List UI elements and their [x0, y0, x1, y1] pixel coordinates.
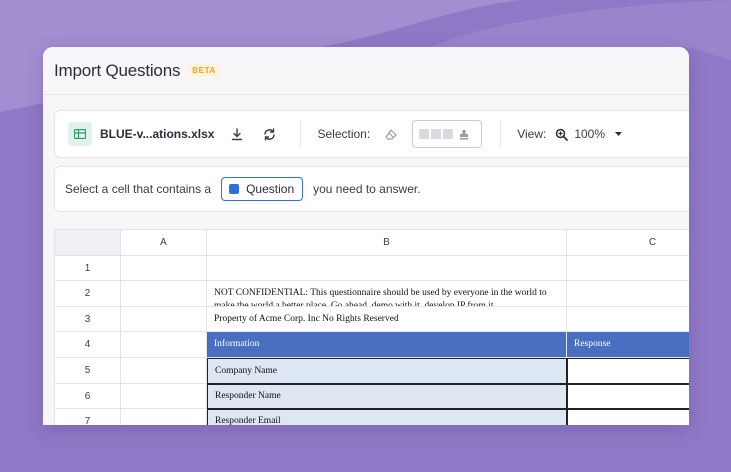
cell-a5[interactable] — [121, 358, 207, 384]
zoom-value[interactable]: 100% — [574, 127, 605, 141]
column-header-a[interactable]: A — [121, 230, 207, 256]
selection-cell — [443, 129, 454, 139]
toolbar-divider — [300, 121, 302, 147]
row-header-6[interactable]: 6 — [55, 384, 121, 409]
cell-b7[interactable]: Responder Email — [207, 409, 567, 425]
cell-a3[interactable] — [121, 307, 207, 332]
question-tag: Question — [221, 177, 304, 201]
selection-cell — [431, 129, 442, 139]
import-questions-window: Import Questions BETA BLUE-v...ations.xl… — [43, 47, 689, 425]
row-header-3[interactable]: 3 — [55, 307, 121, 332]
column-header-c[interactable]: C — [567, 230, 689, 256]
column-header-b[interactable]: B — [207, 230, 567, 256]
cell-c5[interactable] — [567, 358, 689, 384]
cell-a4[interactable] — [121, 332, 207, 358]
view-label: View: — [517, 127, 547, 141]
cell-b4[interactable]: Information — [207, 332, 567, 358]
row-header-7[interactable]: 7 — [55, 409, 121, 425]
selection-input[interactable] — [412, 120, 483, 148]
eraser-icon[interactable] — [382, 125, 400, 143]
cell-a7[interactable] — [121, 409, 207, 425]
cell-c3[interactable] — [567, 307, 689, 332]
spreadsheet-grid: A B C 1 2 3 4 5 6 7 NOT CONFIDENTIAL: Th… — [54, 229, 689, 425]
instruction-prefix: Select a cell that contains a — [65, 182, 212, 196]
page-title: Import Questions — [54, 60, 181, 80]
file-toolbar: BLUE-v...ations.xlsx Selection: View: 10… — [54, 110, 689, 158]
title-bar: Import Questions BETA — [43, 47, 689, 95]
cell-a1[interactable] — [121, 256, 207, 281]
question-tag-label: Question — [246, 182, 295, 196]
cell-b3[interactable]: Property of Acme Corp. Inc No Rights Res… — [207, 307, 567, 332]
spreadsheet-icon — [68, 122, 92, 146]
cell-b6[interactable]: Responder Name — [207, 384, 567, 409]
selection-label: Selection: — [317, 127, 371, 141]
zoom-in-icon[interactable] — [552, 125, 570, 143]
question-color-swatch — [229, 184, 240, 194]
stamp-icon — [457, 125, 471, 143]
caret-down-icon[interactable] — [609, 125, 627, 143]
row-header-4[interactable]: 4 — [55, 332, 121, 358]
grid-corner — [55, 230, 121, 256]
cell-c4[interactable]: Response — [567, 332, 689, 358]
cell-b5[interactable]: Company Name — [207, 358, 567, 384]
file-name: BLUE-v...ations.xlsx — [100, 127, 215, 141]
cell-b1[interactable] — [207, 256, 567, 281]
cell-c7[interactable] — [567, 409, 689, 425]
beta-badge: BETA — [188, 64, 220, 77]
cell-a2[interactable] — [121, 281, 207, 307]
toolbar-divider — [500, 121, 502, 147]
refresh-icon[interactable] — [260, 125, 278, 143]
cell-b2[interactable]: NOT CONFIDENTIAL: This questionnaire sho… — [207, 281, 567, 307]
cell-c1[interactable] — [567, 256, 689, 281]
row-header-1[interactable]: 1 — [55, 256, 121, 281]
cell-c2[interactable] — [567, 281, 689, 307]
selection-cell — [419, 129, 430, 139]
row-header-2[interactable]: 2 — [55, 281, 121, 307]
instruction-suffix: you need to answer. — [313, 182, 421, 196]
cell-a6[interactable] — [121, 384, 207, 409]
row-header-5[interactable]: 5 — [55, 358, 121, 384]
cell-c6[interactable] — [567, 384, 689, 409]
download-icon[interactable] — [228, 125, 246, 143]
instruction-bar: Select a cell that contains a Question y… — [54, 166, 689, 212]
